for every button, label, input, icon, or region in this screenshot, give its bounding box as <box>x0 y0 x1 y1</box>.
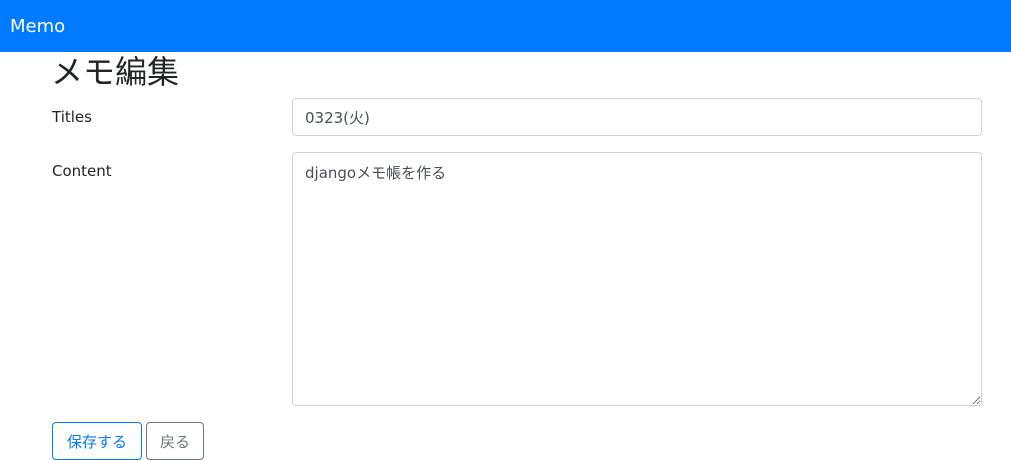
back-button[interactable]: 戻る <box>146 422 204 460</box>
content-label: Content <box>52 162 112 180</box>
save-button[interactable]: 保存する <box>52 422 142 460</box>
navbar: Memo <box>0 0 1011 52</box>
page-title: メモ編集 <box>51 53 180 91</box>
title-input[interactable] <box>292 98 982 136</box>
content-textarea[interactable]: djangoメモ帳を作る <box>292 152 982 406</box>
brand-link[interactable]: Memo <box>10 16 65 37</box>
title-label: Titles <box>52 108 92 126</box>
